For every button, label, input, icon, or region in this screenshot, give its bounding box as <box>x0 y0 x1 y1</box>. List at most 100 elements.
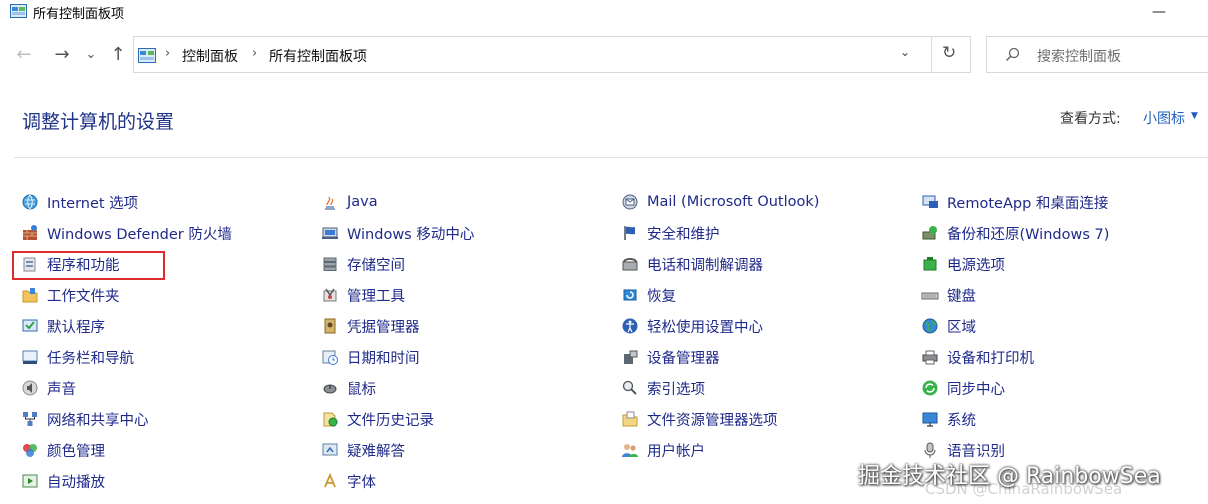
control-panel-item[interactable]: Mail (Microsoft Outlook) <box>621 189 819 215</box>
control-panel-item-label: Mail (Microsoft Outlook) <box>647 194 820 210</box>
control-panel-item[interactable]: 工作文件夹 <box>21 282 120 308</box>
control-panel-item[interactable]: RemoteApp 和桌面连接 <box>921 189 1108 215</box>
control-panel-item[interactable]: Windows Defender 防火墙 <box>21 220 232 246</box>
control-panel-item[interactable]: 系统 <box>921 406 976 432</box>
control-panel-item[interactable]: 自动播放 <box>21 468 105 494</box>
minimize-button[interactable]: — <box>1136 0 1182 24</box>
control-panel-item-label: 用户帐户 <box>647 443 705 460</box>
refresh-icon[interactable]: ↻ <box>942 43 956 63</box>
folder-icon <box>22 288 38 303</box>
search-input[interactable]: 搜索控制面板 <box>1037 46 1121 66</box>
minimize-icon: — <box>1152 4 1166 20</box>
control-panel-item[interactable]: 同步中心 <box>921 375 1005 401</box>
control-panel-item-label: 日期和时间 <box>347 350 420 367</box>
device-manager-icon <box>624 350 638 364</box>
control-panel-item[interactable]: 凭据管理器 <box>321 313 420 339</box>
control-panel-item-label: 同步中心 <box>947 381 1005 398</box>
control-panel-item-label: 工作文件夹 <box>47 288 120 305</box>
control-panel-item[interactable]: 用户帐户 <box>621 437 705 463</box>
system-icon <box>922 412 938 427</box>
control-panel-item[interactable]: 备份和还原(Windows 7) <box>921 220 1109 246</box>
breadcrumb-separator: › <box>252 46 258 61</box>
font-icon <box>324 472 336 488</box>
microphone-icon <box>924 442 936 458</box>
chevron-down-icon: ⌄ <box>85 46 97 62</box>
control-panel-item[interactable]: 索引选项 <box>621 375 705 401</box>
flag-icon <box>624 226 635 240</box>
window-title: 所有控制面板项 <box>33 7 125 22</box>
power-icon <box>923 257 937 271</box>
control-panel-item[interactable]: 网络和共享中心 <box>21 406 149 432</box>
troubleshoot-icon <box>322 443 338 456</box>
control-panel-item-label: 恢复 <box>647 288 676 305</box>
back-button[interactable]: ← <box>11 40 37 68</box>
control-panel-item-label: 备份和还原(Windows 7) <box>947 226 1110 243</box>
control-panel-item[interactable]: 声音 <box>21 375 76 401</box>
control-panel-item[interactable]: 设备和打印机 <box>921 344 1034 370</box>
control-panel-item-label: 区域 <box>947 319 976 336</box>
control-panel-item[interactable]: 任务栏和导航 <box>21 344 134 370</box>
control-panel-item-label: RemoteApp 和桌面连接 <box>947 195 1109 212</box>
history-icon <box>323 412 338 427</box>
control-panel-item[interactable]: 疑难解答 <box>321 437 405 463</box>
explorer-options-icon <box>622 411 638 427</box>
phone-icon <box>622 258 638 271</box>
control-panel-icon <box>10 4 27 18</box>
control-panel-item[interactable]: 电话和调制解调器 <box>621 251 763 277</box>
watermark: 掘金技术社区 @ RainbowSea <box>858 464 1161 489</box>
control-panel-item[interactable]: Windows 移动中心 <box>321 220 474 246</box>
address-bar[interactable]: › 控制面板 › 所有控制面板项 ⌄ ↻ <box>133 36 971 73</box>
control-panel-item[interactable]: 区域 <box>921 313 976 339</box>
control-panel-item[interactable]: 键盘 <box>921 282 976 308</box>
view-by-dropdown[interactable]: 小图标 <box>1143 108 1185 128</box>
control-panel-item[interactable]: Java <box>321 189 378 215</box>
breadcrumb-separator: › <box>165 46 171 61</box>
control-panel-item[interactable]: 电源选项 <box>921 251 1005 277</box>
address-dropdown-icon[interactable]: ⌄ <box>900 45 910 59</box>
control-panel-item[interactable]: 恢复 <box>621 282 676 308</box>
forward-button[interactable]: → <box>49 40 75 68</box>
color-icon <box>23 444 37 457</box>
highlight-box <box>12 251 165 280</box>
control-panel-item[interactable]: 默认程序 <box>21 313 105 339</box>
up-button[interactable]: ↑ <box>105 40 131 68</box>
control-panel-item-label: Windows Defender 防火墙 <box>47 226 232 243</box>
control-panel-item[interactable]: 存储空间 <box>321 251 405 277</box>
control-panel-item[interactable]: 字体 <box>321 468 376 494</box>
control-panel-item[interactable]: 文件资源管理器选项 <box>621 406 778 432</box>
control-panel-item-label: 声音 <box>47 381 76 398</box>
control-panel-item[interactable]: Internet 选项 <box>21 189 138 215</box>
control-panel-item[interactable]: 设备管理器 <box>621 344 720 370</box>
control-panel-item-label: 设备和打印机 <box>947 350 1034 367</box>
view-by-label: 查看方式: <box>1060 111 1121 127</box>
control-panel-item-label: 存储空间 <box>347 257 405 274</box>
control-panel-item[interactable]: 安全和维护 <box>621 220 720 246</box>
breadcrumb-control-panel[interactable]: 控制面板 <box>182 46 238 66</box>
control-panel-item[interactable]: 日期和时间 <box>321 344 420 370</box>
taskbar-icon <box>22 350 38 364</box>
backup-icon <box>922 226 937 240</box>
printer-icon <box>922 350 938 365</box>
autoplay-icon <box>22 474 38 488</box>
breadcrumb-all-items[interactable]: 所有控制面板项 <box>269 46 367 66</box>
region-icon <box>922 318 938 334</box>
control-panel-item[interactable]: 轻松使用设置中心 <box>621 313 763 339</box>
recent-locations-button[interactable]: ⌄ <box>80 40 102 68</box>
users-icon <box>622 444 638 457</box>
search-box[interactable]: 搜索控制面板 <box>986 36 1208 73</box>
mail-icon <box>622 194 638 210</box>
control-panel-item-label: 网络和共享中心 <box>47 412 149 429</box>
credential-icon <box>324 318 336 334</box>
view-by-arrow-icon[interactable]: ▼ <box>1191 111 1198 121</box>
control-panel-item-label: Windows 移动中心 <box>347 226 475 243</box>
sync-icon <box>922 380 938 396</box>
control-panel-item[interactable]: 文件历史记录 <box>321 406 434 432</box>
control-panel-item[interactable]: 颜色管理 <box>21 437 105 463</box>
control-panel-item[interactable]: 管理工具 <box>321 282 405 308</box>
keyboard-icon <box>921 292 939 300</box>
control-panel-item-label: 安全和维护 <box>647 226 720 243</box>
arrow-left-icon: ← <box>16 43 32 65</box>
accessibility-icon <box>622 318 638 334</box>
control-panel-item[interactable]: 鼠标 <box>321 375 376 401</box>
control-panel-item-label: 系统 <box>947 412 976 429</box>
